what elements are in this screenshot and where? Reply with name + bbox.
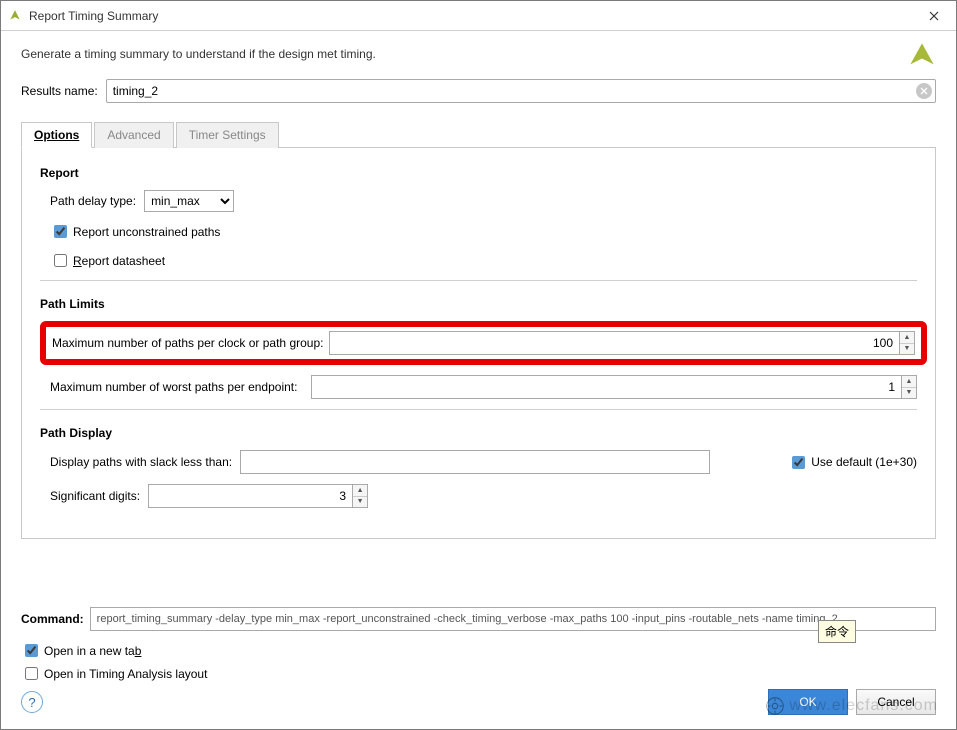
report-datasheet-row: Report datasheet	[50, 251, 917, 270]
max-paths-input[interactable]	[329, 331, 899, 355]
sig-digits-spinner[interactable]: ▲▼	[352, 484, 368, 508]
path-delay-label: Path delay type:	[50, 194, 136, 208]
path-limits-title: Path Limits	[40, 297, 917, 311]
slack-label: Display paths with slack less than:	[50, 455, 232, 469]
clear-icon[interactable]	[916, 83, 932, 99]
path-delay-select[interactable]: min_max	[144, 190, 234, 212]
worst-paths-input[interactable]	[311, 375, 901, 399]
use-default-label: Use default (1e+30)	[811, 455, 917, 469]
results-name-row: Results name:	[21, 79, 936, 103]
spinner-up-icon: ▲	[353, 485, 367, 497]
brand-icon	[908, 41, 936, 74]
open-timing-layout-label: Open in Timing Analysis layout	[44, 667, 207, 681]
tab-advanced[interactable]: Advanced	[94, 122, 173, 148]
dialog-description: Generate a timing summary to understand …	[21, 47, 936, 61]
close-button[interactable]	[912, 1, 956, 31]
results-name-label: Results name:	[21, 84, 98, 98]
tab-bar: Options Advanced Timer Settings	[21, 121, 936, 148]
spinner-up-icon: ▲	[900, 332, 914, 344]
worst-paths-label: Maximum number of worst paths per endpoi…	[50, 380, 297, 394]
report-unconstrained-checkbox[interactable]	[54, 225, 67, 238]
dialog-bottom: Command: Open in a new tab Open in Timin…	[21, 599, 936, 729]
spinner-down-icon: ▼	[902, 388, 916, 399]
report-datasheet-checkbox[interactable]	[54, 254, 67, 267]
sig-digits-label: Significant digits:	[50, 489, 140, 503]
worst-paths-row: Maximum number of worst paths per endpoi…	[50, 375, 917, 399]
content-area: Generate a timing summary to understand …	[1, 31, 956, 729]
sig-digits-input[interactable]	[148, 484, 352, 508]
report-datasheet-label: Report datasheet	[73, 254, 165, 268]
max-paths-spinner[interactable]: ▲▼	[899, 331, 915, 355]
report-unconstrained-label: Report unconstrained paths	[73, 225, 220, 239]
open-new-tab-checkbox[interactable]	[25, 644, 38, 657]
command-input[interactable]	[90, 607, 936, 631]
ok-button[interactable]: OK	[768, 689, 848, 715]
spinner-down-icon: ▼	[353, 497, 367, 508]
report-unconstrained-row: Report unconstrained paths	[50, 222, 917, 241]
use-default-checkbox[interactable]	[792, 456, 805, 469]
tab-options[interactable]: Options	[21, 122, 92, 148]
tooltip: 命令	[818, 620, 856, 643]
spinner-down-icon: ▼	[900, 344, 914, 355]
spinner-up-icon: ▲	[902, 376, 916, 388]
sig-digits-row: Significant digits: ▲▼	[50, 484, 917, 508]
results-name-input[interactable]	[106, 79, 936, 103]
tab-timer-settings[interactable]: Timer Settings	[176, 122, 279, 148]
max-paths-label: Maximum number of paths per clock or pat…	[52, 336, 323, 350]
command-label: Command:	[21, 612, 84, 626]
path-display-title: Path Display	[40, 426, 917, 440]
slack-row: Display paths with slack less than: Use …	[50, 450, 917, 474]
dialog-window: Report Timing Summary Generate a timing …	[0, 0, 957, 730]
open-timing-layout-checkbox[interactable]	[25, 667, 38, 680]
cancel-button[interactable]: Cancel	[856, 689, 936, 715]
open-new-tab-label: Open in a new tab	[44, 644, 141, 658]
tab-panel-options: Report Path delay type: min_max Report u…	[21, 148, 936, 539]
slack-input[interactable]	[240, 450, 710, 474]
max-paths-highlight: Maximum number of paths per clock or pat…	[40, 321, 927, 365]
path-delay-row: Path delay type: min_max	[50, 190, 917, 212]
command-row: Command:	[21, 607, 936, 631]
report-section-title: Report	[40, 166, 917, 180]
help-button[interactable]: ?	[21, 691, 43, 713]
window-title: Report Timing Summary	[29, 9, 158, 23]
worst-paths-spinner[interactable]: ▲▼	[901, 375, 917, 399]
app-icon	[7, 8, 23, 24]
titlebar: Report Timing Summary	[1, 1, 956, 31]
